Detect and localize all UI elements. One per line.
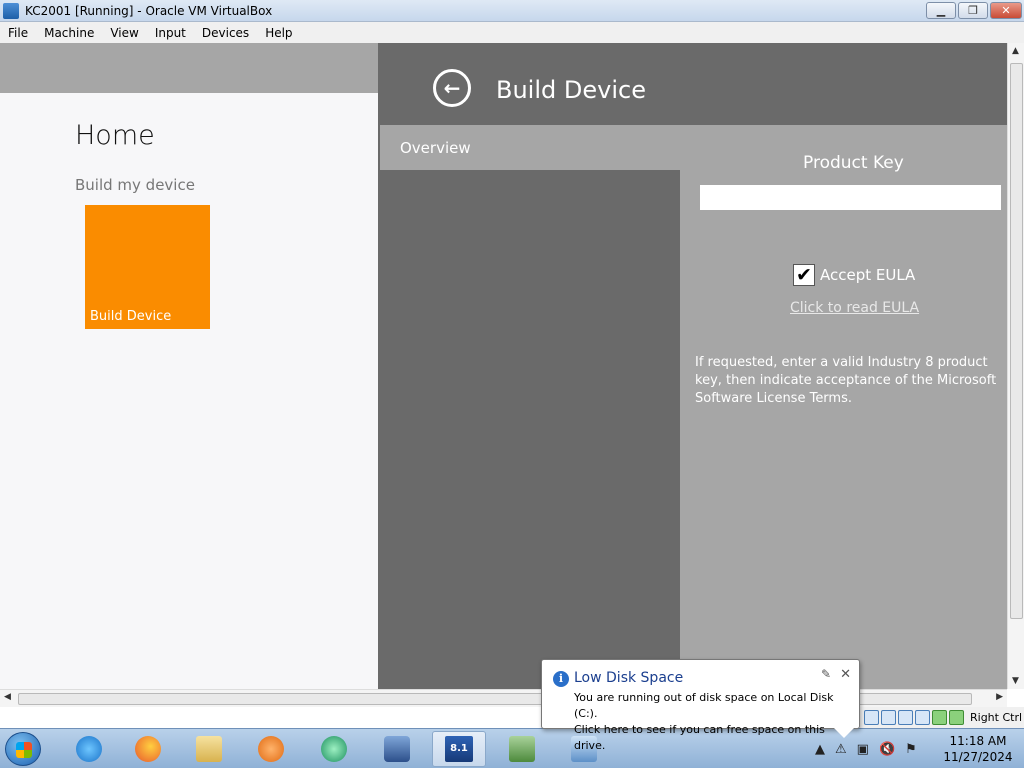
panel-tab-bar: Overview [380, 125, 1007, 170]
build-my-device-heading: Build my device [75, 176, 195, 194]
notification-options-icon[interactable]: ✎ [821, 667, 831, 681]
product-key-form-area [680, 170, 1007, 689]
hard-disk-icon[interactable] [864, 710, 879, 725]
product-key-label: Product Key [803, 153, 904, 173]
low-disk-space-notification[interactable]: i Low Disk Space You are running out of … [541, 659, 860, 752]
restore-button[interactable]: ❐ [958, 2, 988, 19]
taskbar-media-player[interactable] [244, 731, 298, 767]
scroll-up-icon[interactable]: ▲ [1012, 46, 1019, 56]
windows-81-vm-icon: 8.1 [445, 736, 473, 762]
accept-eula-row: ✔ Accept EULA [793, 264, 915, 286]
media-player-icon [258, 736, 284, 762]
start-button[interactable] [5, 732, 41, 766]
build-device-tile-label: Build Device [90, 309, 172, 324]
clock-date: 11/27/2024 [943, 750, 1013, 764]
windows-logo-icon [16, 742, 32, 758]
build-device-panel: ← Build Device Overview Product Key ✔ Ac… [378, 43, 1007, 689]
menu-bar: File Machine View Input Devices Help [0, 22, 1024, 43]
network-icon[interactable] [932, 710, 947, 725]
notification-title: Low Disk Space [574, 670, 684, 686]
window-title: KC2001 [Running] - Oracle VM VirtualBox [25, 3, 273, 18]
close-button[interactable]: ✕ [990, 2, 1022, 19]
menu-help[interactable]: Help [257, 26, 300, 40]
notification-line-1: You are running out of disk space on Loc… [574, 691, 834, 720]
taskbar-device-manager[interactable] [495, 731, 549, 767]
accept-eula-checkbox[interactable]: ✔ [793, 264, 815, 286]
home-title: Home [75, 120, 155, 151]
scroll-left-icon[interactable]: ◀ [4, 692, 11, 702]
menu-file[interactable]: File [0, 26, 36, 40]
window-title-bar[interactable]: KC2001 [Running] - Oracle VM VirtualBox … [0, 0, 1024, 22]
tab-overview[interactable]: Overview [400, 139, 471, 157]
virtualbox-icon [3, 2, 19, 19]
internet-explorer-icon [76, 736, 102, 762]
scroll-right-icon[interactable]: ▶ [996, 692, 1003, 702]
shared-folders-icon[interactable] [915, 710, 930, 725]
taskbar-internet-explorer[interactable] [62, 731, 116, 767]
optical-drive-icon[interactable] [881, 710, 896, 725]
system-clock[interactable]: 11:18 AM 11/27/2024 [938, 733, 1018, 765]
panel-title: Build Device [496, 76, 646, 104]
menu-devices[interactable]: Devices [194, 26, 257, 40]
taskbar-app-green[interactable] [307, 731, 361, 767]
minimize-button[interactable]: ▁ [926, 2, 956, 19]
folder-icon [196, 736, 222, 762]
left-header-band [0, 43, 378, 93]
capture-icon[interactable] [949, 710, 964, 725]
firefox-icon [135, 736, 161, 762]
green-app-icon [321, 736, 347, 762]
vertical-scrollbar[interactable]: ▲ ▼ [1007, 43, 1024, 689]
virtualbox-cube-icon [384, 736, 410, 762]
taskbar-explorer[interactable] [182, 731, 236, 767]
host-key-label: Right Ctrl [970, 711, 1023, 724]
build-device-tile[interactable]: Build Device [85, 205, 210, 329]
read-eula-link[interactable]: Click to read EULA [790, 300, 919, 316]
circuit-board-icon [509, 736, 535, 762]
product-key-input[interactable] [700, 185, 1001, 210]
info-icon: i [553, 671, 569, 687]
vbox-status-bar: Right Ctrl [860, 707, 1024, 728]
taskbar-vm-window[interactable]: 8.1 [432, 731, 486, 767]
notification-body: You are running out of disk space on Loc… [574, 690, 859, 754]
vm-screen[interactable]: Home Build my device Build Device ← Buil… [0, 43, 1007, 689]
notification-close-icon[interactable]: ✕ [840, 667, 851, 682]
accept-eula-label[interactable]: Accept EULA [820, 266, 915, 284]
vertical-scroll-thumb[interactable] [1010, 63, 1023, 619]
volume-muted-icon[interactable]: 🔇 [879, 742, 895, 757]
taskbar-virtualbox[interactable] [370, 731, 424, 767]
notification-line-2: Click here to see if you can free space … [574, 723, 825, 752]
back-arrow-icon[interactable]: ← [433, 69, 471, 107]
window-controls: ▁ ❐ ✕ [926, 2, 1022, 19]
usb-icon[interactable] [898, 710, 913, 725]
menu-input[interactable]: Input [147, 26, 194, 40]
scroll-down-icon[interactable]: ▼ [1012, 676, 1019, 686]
taskbar-firefox[interactable] [121, 731, 175, 767]
menu-view[interactable]: View [102, 26, 146, 40]
action-center-flag-icon[interactable]: ⚑ [905, 742, 917, 757]
product-key-help-text: If requested, enter a valid Industry 8 p… [695, 355, 997, 406]
taskbar: 8.1 ▲ ⚠ ▣ 🔇 ⚑ 11:18 AM 11/27/2024 [0, 728, 1024, 768]
clock-time: 11:18 AM [949, 734, 1007, 748]
menu-machine[interactable]: Machine [36, 26, 102, 40]
